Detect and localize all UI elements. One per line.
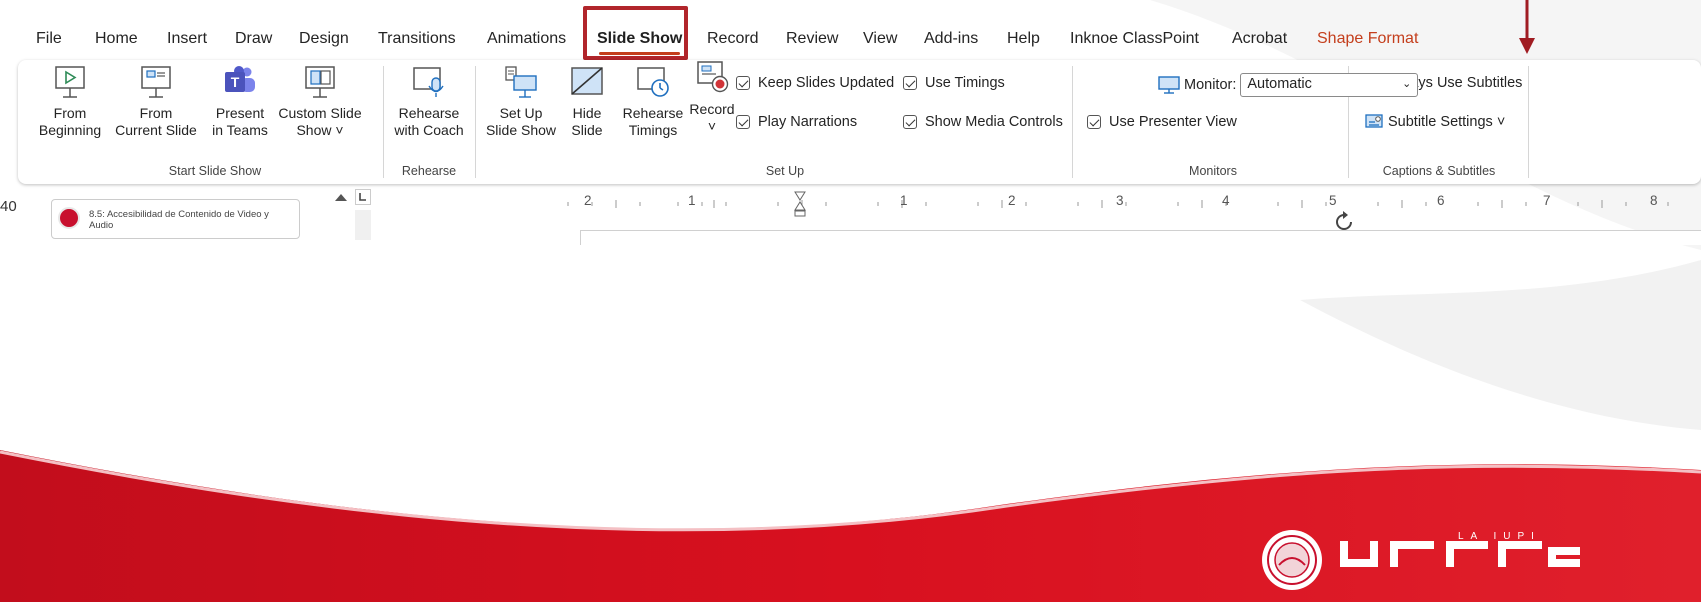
set-up-slide-show-button[interactable]: Set Up Slide Show bbox=[480, 64, 562, 139]
custom-slide-show-button[interactable]: Custom Slide Show ˅ bbox=[272, 64, 368, 139]
teams-icon: T bbox=[225, 66, 255, 92]
tab-shape-format[interactable]: Shape Format bbox=[1317, 30, 1418, 48]
group-separator bbox=[1528, 66, 1529, 178]
slide-thumbnail[interactable]: 8.5: Accesibilidad de Contenido de Video… bbox=[51, 199, 300, 239]
tab-animations[interactable]: Animations bbox=[487, 30, 566, 48]
from-current-slide-button[interactable]: From Current Slide bbox=[104, 64, 208, 139]
checkbox-checked-icon bbox=[736, 76, 750, 90]
group-separator bbox=[475, 66, 476, 178]
scrollbar[interactable] bbox=[355, 210, 371, 240]
group-label-rehearse: Rehearse bbox=[401, 164, 457, 178]
checkbox-checked-icon bbox=[903, 115, 917, 129]
svg-text:T: T bbox=[231, 74, 240, 90]
tab-stop-icon[interactable] bbox=[355, 189, 371, 205]
keep-slides-updated-checkbox[interactable]: Keep Slides Updated bbox=[736, 75, 894, 91]
slide-thumbnail-title: 8.5: Accesibilidad de Contenido de Video… bbox=[89, 209, 269, 231]
rehearse-timings-icon bbox=[637, 67, 669, 97]
checkbox-checked-icon bbox=[903, 76, 917, 90]
record-icon bbox=[697, 61, 729, 93]
checkbox-checked-icon bbox=[736, 115, 750, 129]
group-label-captions-subtitles: Captions & Subtitles bbox=[1382, 164, 1496, 178]
tab-acrobat[interactable]: Acrobat bbox=[1232, 30, 1287, 48]
university-seal-icon bbox=[58, 207, 80, 229]
slide-number: 40 bbox=[0, 198, 17, 215]
tab-file[interactable]: File bbox=[36, 30, 62, 48]
tab-slide-show[interactable]: Slide Show bbox=[597, 30, 682, 55]
play-from-current-icon bbox=[141, 66, 171, 98]
monitor-selector: Monitor: Automatic ⌄ bbox=[1158, 73, 1419, 97]
rehearse-timings-button[interactable]: Rehearse Timings bbox=[618, 64, 688, 139]
tab-inknoe-classpoint[interactable]: Inknoe ClassPoint bbox=[1070, 30, 1199, 48]
group-separator bbox=[1072, 66, 1073, 178]
tab-view[interactable]: View bbox=[863, 30, 897, 48]
group-label-start-slide-show: Start Slide Show bbox=[168, 164, 262, 178]
use-presenter-view-checkbox[interactable]: Use Presenter View bbox=[1087, 114, 1237, 130]
university-seal-icon bbox=[1262, 530, 1322, 590]
setup-show-icon bbox=[505, 66, 537, 98]
hide-slide-icon bbox=[571, 67, 603, 95]
play-from-start-icon bbox=[55, 66, 85, 98]
monitor-dropdown[interactable]: Automatic ⌄ bbox=[1240, 73, 1419, 97]
ruler-number: 6 bbox=[1437, 193, 1445, 208]
scroll-up-icon[interactable] bbox=[333, 191, 349, 203]
ruler-number: 5 bbox=[1329, 193, 1337, 208]
horizontal-ruler bbox=[567, 191, 1669, 217]
rehearse-with-coach-button[interactable]: Rehearse with Coach bbox=[388, 64, 470, 139]
tab-design[interactable]: Design bbox=[299, 30, 349, 48]
play-narrations-checkbox[interactable]: Play Narrations bbox=[736, 114, 857, 130]
checkbox-checked-icon bbox=[1087, 115, 1101, 129]
tab-add-ins[interactable]: Add-ins bbox=[924, 30, 978, 48]
ruler-number: 1 bbox=[688, 193, 696, 208]
tab-draw[interactable]: Draw bbox=[235, 30, 272, 48]
group-label-monitors: Monitors bbox=[1189, 164, 1237, 178]
tab-insert[interactable]: Insert bbox=[167, 30, 207, 48]
tab-record[interactable]: Record bbox=[707, 30, 759, 48]
tab-home[interactable]: Home bbox=[95, 30, 138, 48]
hide-slide-button[interactable]: Hide Slide bbox=[562, 64, 612, 139]
chevron-down-icon: ⌄ bbox=[1402, 78, 1412, 90]
ruler-number: 8 bbox=[1650, 193, 1658, 208]
monitor-label: Monitor: bbox=[1184, 77, 1237, 93]
from-beginning-button[interactable]: From Beginning bbox=[34, 64, 106, 139]
subtitle-settings-icon bbox=[1365, 114, 1383, 128]
ruler-number: 4 bbox=[1222, 193, 1230, 208]
tab-transitions[interactable]: Transitions bbox=[378, 30, 456, 48]
monitor-icon bbox=[1158, 76, 1180, 94]
ruler-number: 2 bbox=[584, 193, 592, 208]
ruler-number: 7 bbox=[1543, 193, 1551, 208]
brand-subtitle: LA IUPI bbox=[1458, 531, 1541, 542]
rotate-handle-icon[interactable] bbox=[1332, 210, 1356, 234]
custom-show-icon bbox=[305, 66, 335, 98]
tab-review[interactable]: Review bbox=[786, 30, 838, 48]
show-media-controls-checkbox[interactable]: Show Media Controls bbox=[903, 114, 1063, 130]
ruler-number: 2 bbox=[1008, 193, 1016, 208]
ruler-number: 3 bbox=[1116, 193, 1124, 208]
group-label-set-up: Set Up bbox=[765, 164, 805, 178]
ribbon-panel: From Beginning From Current Slide T Pres… bbox=[18, 60, 1701, 184]
rehearse-coach-icon bbox=[413, 67, 444, 97]
use-timings-checkbox[interactable]: Use Timings bbox=[903, 75, 1005, 91]
subtitle-settings-button[interactable]: Subtitle Settings ˅ bbox=[1365, 114, 1505, 130]
present-in-teams-button[interactable]: T Present in Teams bbox=[210, 64, 270, 139]
tab-help[interactable]: Help bbox=[1007, 30, 1040, 48]
record-button[interactable]: Record ˅ bbox=[686, 60, 738, 135]
ruler-number: 1 bbox=[900, 193, 908, 208]
ribbon-tab-bar: File Home Insert Draw Design Transitions… bbox=[0, 22, 1701, 58]
group-separator bbox=[383, 66, 384, 178]
slide-canvas-edge[interactable] bbox=[580, 230, 1701, 245]
